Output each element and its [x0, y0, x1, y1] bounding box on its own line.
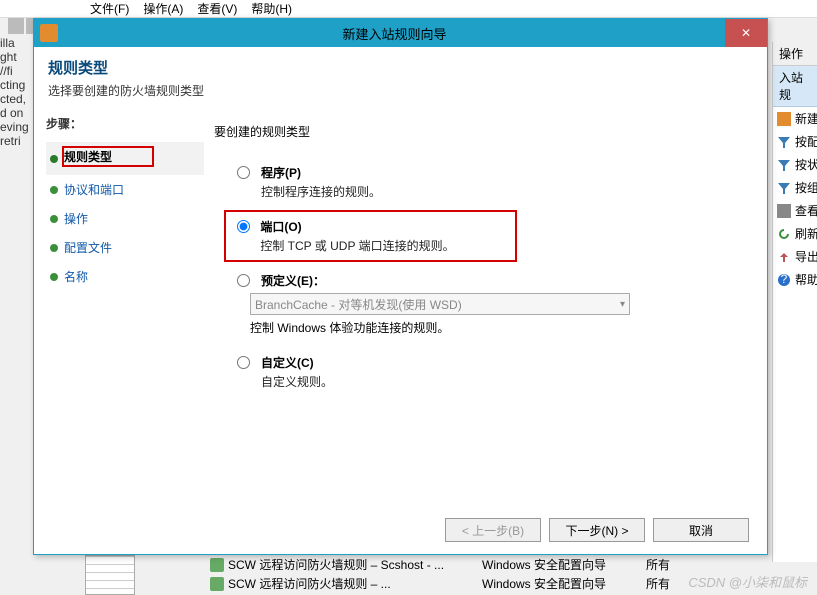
chevron-down-icon: ▾ [620, 299, 625, 310]
close-button[interactable]: ✕ [725, 19, 767, 47]
dialog-title: 新建入站规则向导 [64, 24, 725, 43]
radio-predefined[interactable] [237, 274, 250, 287]
rule-type-custom[interactable]: 自定义(C) 自定义规则。 [232, 354, 747, 390]
wizard-steps: 步骤： 规则类型协议和端口操作配置文件名称 [34, 107, 204, 547]
menu-help[interactable]: 帮助(H) [251, 0, 292, 17]
filter-icon [777, 158, 791, 172]
step-0[interactable]: 规则类型 [46, 142, 204, 175]
filter-icon [777, 181, 791, 195]
shield-icon [210, 558, 224, 572]
side-item-2[interactable]: 按状 [773, 153, 817, 176]
side-item-3[interactable]: 按组 [773, 176, 817, 199]
step-4[interactable]: 名称 [46, 262, 204, 291]
side-item-4[interactable]: 查看 [773, 199, 817, 222]
step-label: 规则类型 [62, 146, 154, 167]
app-menubar: 文件(F) 操作(A) 查看(V) 帮助(H) [0, 0, 817, 18]
rule-type-predefined[interactable]: 预定义(E)： [232, 272, 747, 289]
rule-name: SCW 远程访问防火墙规则 – Scshost - ... [228, 556, 478, 573]
side-item-1[interactable]: 按配 [773, 130, 817, 153]
rule-extra: 所有 [646, 556, 670, 573]
step-2[interactable]: 操作 [46, 204, 204, 233]
shield-icon [210, 577, 224, 591]
wizard-content: 要创建的规则类型 程序(P) 控制程序连接的规则。 端口(O) 控制 TCP 或… [204, 107, 767, 547]
wizard-header-title: 规则类型 [48, 57, 753, 78]
svg-text:?: ? [781, 273, 788, 286]
rule-group: Windows 安全配置向导 [482, 575, 642, 592]
next-button[interactable]: 下一步(N) > [549, 518, 645, 542]
rule-extra: 所有 [646, 575, 670, 592]
firewall-icon [40, 24, 58, 42]
actions-panel: 操作 入站规 新建按配按状按组查看刷新导出? 帮助 [772, 42, 817, 562]
side-item-label: 新建 [795, 110, 817, 127]
side-item-5[interactable]: 刷新 [773, 222, 817, 245]
menu-view[interactable]: 查看(V) [197, 0, 237, 17]
cancel-button[interactable]: 取消 [653, 518, 749, 542]
filter-icon [777, 135, 791, 149]
side-item-label: 按配 [795, 133, 817, 150]
watermark: CSDN @小柒和鼠标 [688, 572, 807, 591]
firewall-icon [777, 112, 791, 126]
wizard-header-subtitle: 选择要创建的防火墙规则类型 [48, 82, 753, 99]
step-label: 配置文件 [64, 239, 112, 256]
side-item-label: 导出 [795, 248, 817, 265]
rule-group: Windows 安全配置向导 [482, 556, 642, 573]
option-label: 端口(O) [260, 218, 454, 235]
option-label: 预定义(E)： [261, 272, 325, 289]
back-button[interactable]: < 上一步(B) [445, 518, 541, 542]
step-dot-icon [50, 273, 58, 281]
option-desc: 控制 Windows 体验功能连接的规则。 [250, 319, 747, 336]
option-desc: 控制程序连接的规则。 [261, 183, 381, 200]
side-item-label: 按状 [795, 156, 817, 173]
radio-port[interactable] [237, 220, 250, 233]
ruler-fragment [85, 555, 135, 595]
titlebar[interactable]: 新建入站规则向导 ✕ [34, 19, 767, 47]
predefined-select[interactable]: BranchCache - 对等机发现(使用 WSD) ▾ [250, 293, 630, 315]
side-item-0[interactable]: 新建 [773, 107, 817, 130]
option-label: 程序(P) [261, 164, 381, 181]
select-value: BranchCache - 对等机发现(使用 WSD) [255, 296, 462, 313]
menu-file[interactable]: 文件(F) [90, 0, 129, 17]
step-dot-icon [50, 155, 58, 163]
menu-action[interactable]: 操作(A) [143, 0, 183, 17]
wizard-dialog: 新建入站规则向导 ✕ 规则类型 选择要创建的防火墙规则类型 步骤： 规则类型协议… [33, 18, 768, 555]
step-dot-icon [50, 186, 58, 194]
export-icon [777, 250, 791, 264]
side-item-6[interactable]: 导出 [773, 245, 817, 268]
step-dot-icon [50, 215, 58, 223]
step-1[interactable]: 协议和端口 [46, 175, 204, 204]
refresh-icon [777, 227, 791, 241]
side-item-label: 刷新 [795, 225, 817, 242]
option-desc: 自定义规则。 [261, 373, 333, 390]
side-item-label: 按组 [795, 179, 817, 196]
radio-program[interactable] [237, 166, 250, 179]
side-item-7[interactable]: ? 帮助 [773, 268, 817, 291]
content-prompt: 要创建的规则类型 [214, 123, 747, 140]
step-label: 名称 [64, 268, 88, 285]
background-code-fragment: illaght//fictingcted,d onevingretri [0, 36, 33, 148]
steps-label: 步骤： [46, 115, 204, 132]
wizard-header: 规则类型 选择要创建的防火墙规则类型 [34, 47, 767, 107]
step-3[interactable]: 配置文件 [46, 233, 204, 262]
close-icon: ✕ [741, 26, 751, 40]
wizard-footer: < 上一步(B) 下一步(N) > 取消 [445, 518, 749, 542]
rule-name: SCW 远程访问防火墙规则 – ... [228, 575, 478, 592]
side-item-label: 帮助 [795, 271, 817, 288]
help-icon: ? [777, 273, 791, 287]
actions-panel-header: 操作 [773, 42, 817, 66]
rule-type-program[interactable]: 程序(P) 控制程序连接的规则。 [232, 164, 747, 200]
step-dot-icon [50, 244, 58, 252]
toolbar-icon[interactable] [8, 18, 24, 34]
step-label: 协议和端口 [64, 181, 124, 198]
actions-group-inbound[interactable]: 入站规 [773, 66, 817, 107]
side-item-label: 查看 [795, 202, 817, 219]
radio-custom[interactable] [237, 356, 250, 369]
option-label: 自定义(C) [261, 354, 333, 371]
rule-type-port[interactable]: 端口(O) 控制 TCP 或 UDP 端口连接的规则。 [232, 218, 747, 254]
view-icon [777, 204, 791, 218]
option-desc: 控制 TCP 或 UDP 端口连接的规则。 [260, 237, 454, 254]
step-label: 操作 [64, 210, 88, 227]
